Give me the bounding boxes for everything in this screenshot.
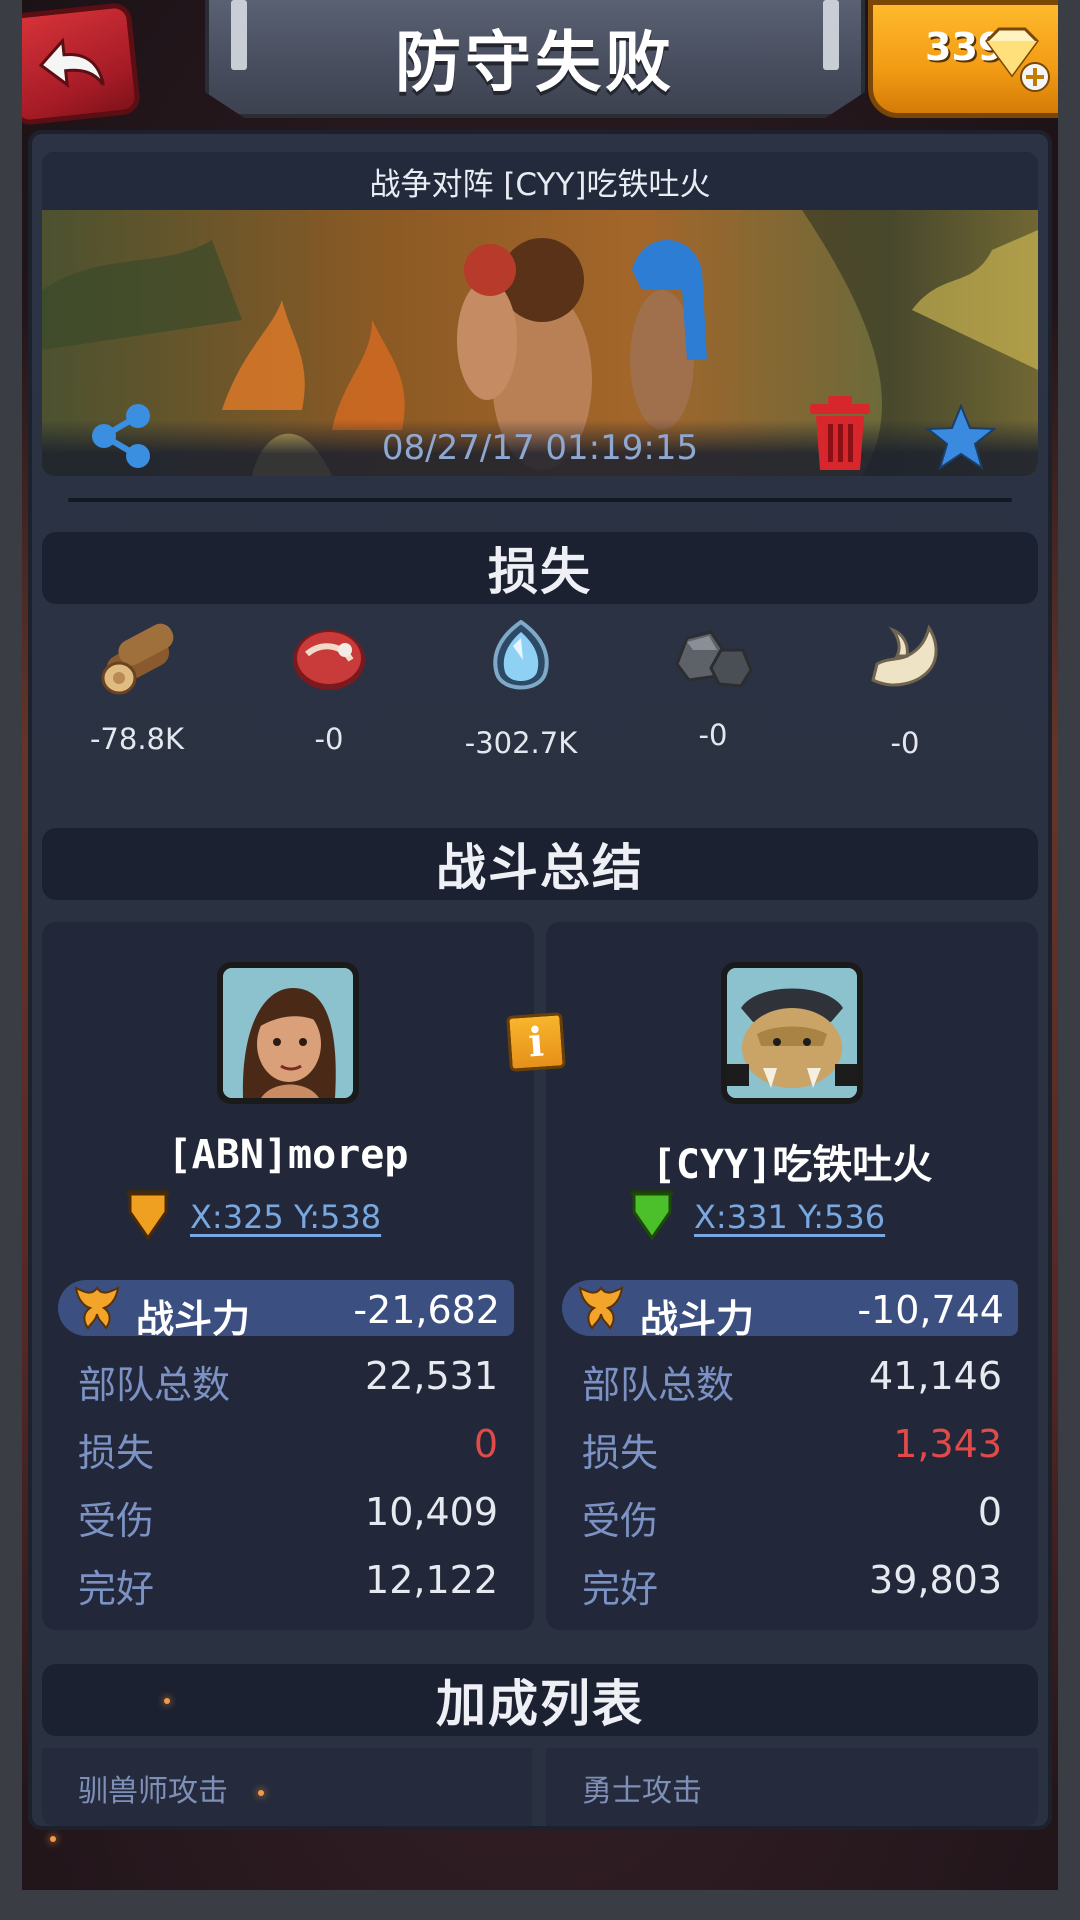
bonus-item-label: 驯兽师攻击 <box>78 1774 228 1809</box>
losses-row: -78.8K -0 -302.7K -0 -0 <box>42 620 1038 780</box>
defender-stat-lost: 损失 1,343 <box>582 1422 1002 1475</box>
title-plate: 防守失败 <box>205 0 865 118</box>
favorite-star-icon[interactable] <box>926 404 996 470</box>
green-banner-icon <box>630 1190 674 1241</box>
trash-icon[interactable] <box>808 394 872 472</box>
attacker-stat-lost: 损失 0 <box>78 1422 498 1475</box>
attacker-power-bar: 战斗力 -21,682 <box>58 1280 514 1341</box>
loss-meat: -0 <box>234 620 424 780</box>
orange-banner-icon <box>126 1190 170 1241</box>
back-arrow-icon <box>38 37 105 88</box>
crystal-icon <box>493 620 549 690</box>
wood-icon <box>101 623 174 695</box>
summary-header: 战斗总结 <box>42 828 1038 900</box>
bone-icon <box>871 624 938 687</box>
loss-wood-value: -78.8K <box>89 722 185 756</box>
defender-stat-intact: 完好 39,803 <box>582 1558 1002 1611</box>
stone-icon <box>675 630 753 688</box>
bonus-header: 加成列表 <box>42 1664 1038 1736</box>
info-button[interactable]: i <box>506 1012 566 1072</box>
armored-beast-portrait-icon <box>727 968 857 1098</box>
back-button[interactable] <box>2 1 142 127</box>
loss-stone: -0 <box>618 620 808 780</box>
loss-wood: -78.8K <box>42 620 232 780</box>
attacker-coords-link[interactable]: X:325 Y:538 <box>190 1198 381 1236</box>
loss-meat-value: -0 <box>314 722 344 756</box>
attacker-stat-total: 部队总数 22,531 <box>78 1354 498 1407</box>
loss-bone-value: -0 <box>890 726 920 760</box>
ember-particle <box>164 1698 170 1704</box>
meat-icon <box>293 630 365 690</box>
bonus-item-tamer-attack: 驯兽师攻击 <box>42 1748 532 1826</box>
ember-particle <box>258 1790 264 1796</box>
gem-balance-button[interactable]: 339 <box>868 0 1080 118</box>
defender-power-value: -10,744 <box>857 1288 1004 1332</box>
battle-banner: 战争对阵 [CYY]吃铁吐火 08/27/17 01:19:15 <box>42 152 1038 476</box>
loss-bone: -0 <box>810 620 1000 780</box>
diamond-plus-icon <box>985 27 1050 92</box>
defender-stat-total: 部队总数 41,146 <box>582 1354 1002 1407</box>
loss-crystal: -302.7K <box>426 620 616 780</box>
attacker-name: [ABN]morep <box>167 1132 409 1178</box>
bonus-item-label: 勇士攻击 <box>582 1774 702 1809</box>
defender-avatar[interactable] <box>721 962 863 1104</box>
attacker-card: [ABN]morep X:325 Y:538 战斗力 -21,682 部队总数 … <box>42 922 534 1630</box>
cavewoman-portrait-icon <box>223 968 353 1098</box>
divider <box>68 498 1012 502</box>
phoenix-icon <box>74 1286 120 1330</box>
phoenix-icon <box>578 1286 624 1330</box>
ember-particle <box>50 1836 56 1842</box>
attacker-stat-wounded: 受伤 10,409 <box>78 1490 498 1543</box>
bonus-item-warrior-attack: 勇士攻击 <box>546 1748 1038 1826</box>
defender-stat-wounded: 受伤 0 <box>582 1490 1002 1543</box>
attacker-avatar[interactable] <box>217 962 359 1104</box>
defender-name: [CYY]吃铁吐火 <box>651 1142 933 1188</box>
page-title: 防守失败 <box>395 24 675 101</box>
defender-power-label: 战斗力 <box>640 1297 755 1341</box>
defender-power-bar: 战斗力 -10,744 <box>562 1280 1018 1341</box>
attacker-power-value: -21,682 <box>353 1288 500 1332</box>
attacker-stat-intact: 完好 12,122 <box>78 1558 498 1611</box>
loss-stone-value: -0 <box>698 718 728 752</box>
defender-card: [CYY]吃铁吐火 X:331 Y:536 战斗力 -10,744 部队总数 4… <box>546 922 1038 1630</box>
battle-caption: 战争对阵 [CYY]吃铁吐火 <box>42 152 1038 210</box>
defender-coords-link[interactable]: X:331 Y:536 <box>694 1198 885 1236</box>
loss-crystal-value: -302.7K <box>464 726 578 760</box>
losses-header: 损失 <box>42 532 1038 604</box>
battle-datetime: 08/27/17 01:19:15 <box>381 428 699 468</box>
attacker-power-label: 战斗力 <box>136 1297 251 1341</box>
